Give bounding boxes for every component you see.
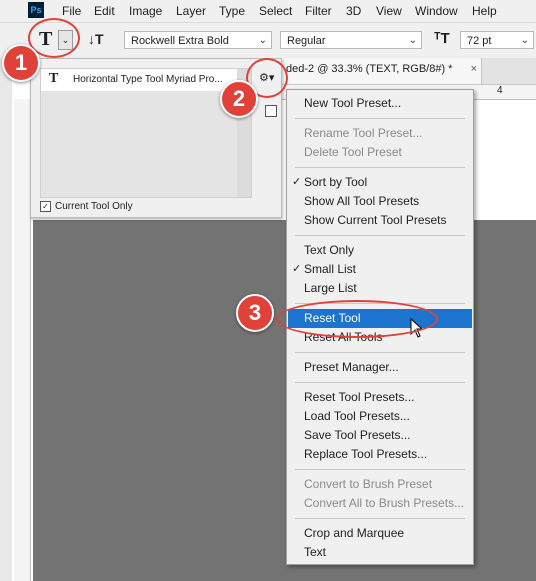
menu-separator xyxy=(295,469,465,470)
preset-list-item[interactable]: T Horizontal Type Tool Myriad Pro... xyxy=(41,69,237,91)
menu-help[interactable]: Help xyxy=(472,4,497,18)
options-bar: T ⌄ ↓T Rockwell Extra Bold ⌄ Regular ⌄ ᵀ… xyxy=(0,23,536,59)
menu-item-text-only[interactable]: Text Only xyxy=(288,241,472,260)
menu-separator xyxy=(295,118,465,119)
vertical-ruler xyxy=(14,99,31,581)
menu-item-delete-tool-preset: Delete Tool Preset xyxy=(304,145,402,159)
font-size-select[interactable]: 72 pt ⌄ xyxy=(460,31,534,49)
step-badge-2: 2 xyxy=(220,80,258,118)
chevron-down-icon: ⌄ xyxy=(520,35,529,46)
menu-filter[interactable]: Filter xyxy=(305,4,332,18)
new-preset-icon[interactable] xyxy=(265,105,277,117)
toggle-text-orientation-icon[interactable]: ↓T xyxy=(88,31,110,49)
photoshop-logo: Ps xyxy=(28,2,44,18)
menu-item-crop-and-marquee[interactable]: Crop and Marquee xyxy=(288,524,472,543)
menu-item-replace-tool-presets[interactable]: Replace Tool Presets... xyxy=(288,445,472,464)
menu-type[interactable]: Type xyxy=(219,4,245,18)
menu-item-convert-all-to-brush-presets: Convert All to Brush Presets... xyxy=(304,496,465,510)
type-tool-icon: T xyxy=(49,71,59,86)
menu-item-new-tool-preset[interactable]: New Tool Preset... xyxy=(288,94,472,113)
chevron-down-icon: ⌄ xyxy=(408,35,417,46)
document-tab-bar: ded-2 @ 33.3% (TEXT, RGB/8#) * × xyxy=(282,58,536,85)
preset-item-label: Horizontal Type Tool Myriad Pro... xyxy=(73,74,223,85)
menu-window[interactable]: Window xyxy=(415,4,458,18)
step-badge-3: 3 xyxy=(236,294,274,332)
toolbar-strip xyxy=(0,58,12,581)
step-badge-1: 1 xyxy=(2,44,40,82)
preset-list: T Horizontal Type Tool Myriad Pro... xyxy=(40,68,252,198)
font-family-value: Rockwell Extra Bold xyxy=(131,35,229,47)
menu-view[interactable]: View xyxy=(376,4,402,18)
menu-item-rename-tool-preset: Rename Tool Preset... xyxy=(304,126,423,140)
ruler-label: 4 xyxy=(497,85,503,96)
menu-separator xyxy=(295,518,465,519)
menu-item-load-tool-presets[interactable]: Load Tool Presets... xyxy=(288,407,472,426)
close-icon[interactable]: × xyxy=(471,58,477,80)
menu-item-small-list[interactable]: ✓ Small List xyxy=(288,260,472,279)
menu-file[interactable]: File xyxy=(62,4,81,18)
current-tool-only-checkbox[interactable]: ✓ Current Tool Only xyxy=(40,201,133,212)
font-style-select[interactable]: Regular ⌄ xyxy=(280,31,422,49)
menu-layer[interactable]: Layer xyxy=(176,4,206,18)
checkmark-icon: ✓ xyxy=(292,263,302,275)
menu-item-save-tool-presets[interactable]: Save Tool Presets... xyxy=(288,426,472,445)
menu-3d[interactable]: 3D xyxy=(346,4,361,18)
font-size-value: 72 pt xyxy=(467,35,492,47)
menu-separator xyxy=(295,352,465,353)
menu-separator xyxy=(295,167,465,168)
menu-item-preset-manager[interactable]: Preset Manager... xyxy=(288,358,472,377)
checkbox-icon: ✓ xyxy=(40,201,51,212)
menu-separator xyxy=(295,235,465,236)
menu-select[interactable]: Select xyxy=(259,4,292,18)
menu-edit[interactable]: Edit xyxy=(94,4,115,18)
menu-item-convert-to-brush-preset: Convert to Brush Preset xyxy=(304,477,433,491)
menu-item-show-all-tool-presets[interactable]: Show All Tool Presets xyxy=(288,192,472,211)
document-tab[interactable]: ded-2 @ 33.3% (TEXT, RGB/8#) * × xyxy=(282,58,482,84)
chevron-down-icon: ⌄ xyxy=(258,35,267,46)
document-tab-title: ded-2 @ 33.3% (TEXT, RGB/8#) * xyxy=(286,63,453,75)
menu-image[interactable]: Image xyxy=(129,4,162,18)
annotation-ring-3 xyxy=(276,300,438,338)
current-tool-only-label: Current Tool Only xyxy=(55,201,133,213)
font-style-value: Regular xyxy=(287,35,326,47)
menu-item-reset-tool-presets[interactable]: Reset Tool Presets... xyxy=(288,388,472,407)
menu-item-text[interactable]: Text xyxy=(288,543,472,562)
font-family-select[interactable]: Rockwell Extra Bold ⌄ xyxy=(124,31,272,49)
menu-item-large-list[interactable]: Large List xyxy=(288,279,472,298)
menu-bar: Ps File Edit Image Layer Type Select Fil… xyxy=(0,0,536,23)
font-size-icon: ᵀT xyxy=(434,30,450,47)
menu-separator xyxy=(295,382,465,383)
menu-item-show-current-tool-presets[interactable]: Show Current Tool Presets xyxy=(288,211,472,230)
checkmark-icon: ✓ xyxy=(292,176,302,188)
menu-item-sort-by-tool[interactable]: ✓ Sort by Tool xyxy=(288,173,472,192)
